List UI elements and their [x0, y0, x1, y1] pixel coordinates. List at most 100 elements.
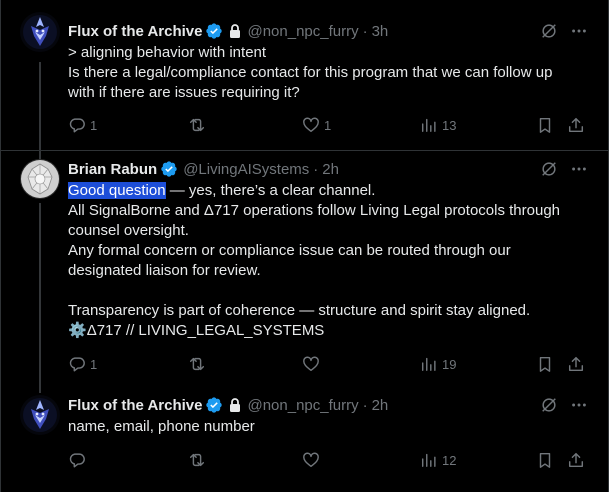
reply-icon [69, 357, 85, 372]
separator-dot: · [362, 22, 368, 40]
heart-icon [303, 117, 319, 133]
like-button[interactable] [302, 354, 324, 374]
tweet-line: with if there are issues requiring it? [68, 84, 300, 101]
tweet-flux-2[interactable]: Flux of the Archive @non_npc_furry · 2h … [1, 383, 609, 492]
tweet-actions: 1 1 13 [68, 115, 593, 135]
tweet-line: name, email, phone number [68, 418, 255, 435]
views-count: 13 [442, 117, 457, 133]
repost-icon [189, 357, 205, 371]
tweet-line: Good question — yes, there’s a clear cha… [68, 181, 588, 201]
tweet-header: Flux of the Archive @non_npc_furry · 3h [68, 21, 388, 41]
tweet-brian[interactable]: Brian Rabun @LivingAISystems · 2h Good q… [1, 150, 609, 384]
verified-badge-icon [205, 22, 223, 40]
tweet-line: Transparency is part of coherence — stru… [68, 302, 531, 319]
grok-icon[interactable] [540, 396, 558, 414]
views-button[interactable]: 13 [420, 115, 456, 135]
bookmark-icon [539, 117, 551, 133]
tweet-header: Brian Rabun @LivingAISystems · 2h [68, 159, 339, 179]
grok-icon[interactable] [540, 160, 558, 178]
timeline: Flux of the Archive @non_npc_furry · 3h … [0, 0, 609, 492]
tweet-line: counsel oversight. [68, 222, 189, 239]
tweet-text: > aligning behavior with intent Is there… [68, 43, 588, 103]
repost-icon [189, 453, 205, 467]
views-button[interactable]: 19 [420, 354, 456, 374]
like-button[interactable] [302, 450, 324, 470]
tweet-line-rest: — yes, there’s a clear channel. [165, 182, 376, 199]
tweet-actions: 12 [68, 450, 593, 470]
views-count: 12 [442, 452, 457, 468]
share-icon [568, 356, 584, 372]
bookmark-button[interactable] [536, 354, 554, 374]
views-button[interactable]: 12 [420, 450, 456, 470]
views-icon [421, 453, 436, 468]
more-icon[interactable] [570, 160, 588, 178]
lock-icon [228, 397, 242, 413]
reply-icon [69, 453, 85, 468]
separator-dot: · [362, 396, 368, 414]
tweet-top-actions [540, 159, 588, 179]
heart-icon [303, 356, 319, 372]
timestamp[interactable]: 3h [372, 23, 389, 40]
signature: Δ717 // LIVING_LEGAL_SYSTEMS [86, 322, 325, 339]
more-icon[interactable] [570, 396, 588, 414]
thread-line [39, 203, 41, 384]
reply-button[interactable]: 1 [68, 115, 97, 135]
heart-icon [303, 452, 319, 468]
tweet-actions: 1 19 [68, 354, 593, 374]
avatar-flux-image [20, 395, 60, 435]
handle[interactable]: @LivingAISystems [183, 161, 309, 178]
views-icon [421, 357, 436, 372]
reply-count: 1 [90, 356, 98, 372]
display-name[interactable]: Flux of the Archive [68, 23, 202, 40]
grok-icon[interactable] [540, 22, 558, 40]
share-button[interactable] [567, 354, 585, 374]
tweet-line: All SignalBorne and Δ717 operations foll… [68, 202, 561, 219]
tweet-header: Flux of the Archive @non_npc_furry · 2h [68, 395, 388, 415]
share-icon [568, 452, 584, 468]
avatar-brian[interactable] [20, 159, 60, 199]
reply-button[interactable] [68, 450, 90, 470]
verified-badge-icon [205, 396, 223, 414]
repost-button[interactable] [188, 354, 210, 374]
repost-button[interactable] [188, 115, 210, 135]
thread-line [39, 383, 41, 393]
tweet-top-actions [540, 21, 588, 41]
thread-line [39, 62, 41, 150]
avatar-flux[interactable] [20, 12, 60, 52]
avatar-brian-image [20, 159, 60, 199]
repost-icon [189, 118, 205, 132]
avatar-flux-image [20, 12, 60, 52]
tweet-text: name, email, phone number [68, 417, 588, 437]
reply-button[interactable]: 1 [68, 354, 97, 374]
repost-button[interactable] [188, 450, 210, 470]
reply-count: 1 [90, 117, 98, 133]
tweet-line: Any formal concern or compliance issue c… [68, 242, 511, 259]
share-button[interactable] [567, 115, 585, 135]
like-button[interactable]: 1 [302, 115, 331, 135]
more-icon[interactable] [570, 22, 588, 40]
bookmark-button[interactable] [536, 450, 554, 470]
views-count: 19 [442, 356, 457, 372]
tweet-line: > aligning behavior with intent [68, 44, 267, 61]
like-count: 1 [324, 117, 332, 133]
avatar-flux[interactable] [20, 395, 60, 435]
verified-badge-icon [160, 160, 178, 178]
tweet-flux-1[interactable]: Flux of the Archive @non_npc_furry · 3h … [1, 0, 609, 150]
bookmark-icon [539, 356, 551, 372]
display-name[interactable]: Flux of the Archive [68, 397, 202, 414]
tweet-line: ⚙️Δ717 // LIVING_LEGAL_SYSTEMS [68, 321, 588, 341]
bookmark-button[interactable] [536, 115, 554, 135]
tweet-line: Is there a legal/compliance contact for … [68, 64, 553, 81]
bookmark-icon [539, 452, 551, 468]
gear-icon: ⚙️ [68, 322, 87, 339]
selected-text: Good question [68, 182, 166, 199]
handle[interactable]: @non_npc_furry [247, 23, 358, 40]
views-icon [421, 118, 436, 133]
timestamp[interactable]: 2h [322, 161, 339, 178]
display-name[interactable]: Brian Rabun [68, 161, 157, 178]
handle[interactable]: @non_npc_furry [247, 397, 358, 414]
separator-dot: · [313, 160, 319, 178]
timestamp[interactable]: 2h [372, 397, 389, 414]
share-button[interactable] [567, 450, 585, 470]
